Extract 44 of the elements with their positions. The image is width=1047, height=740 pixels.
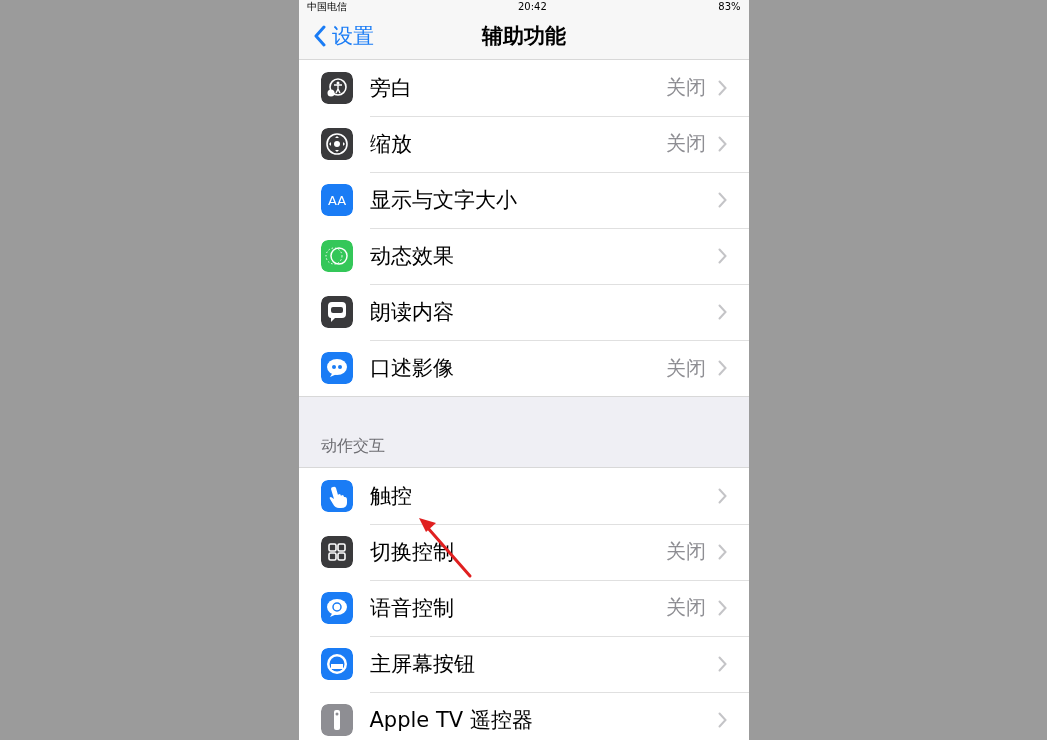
settings-row[interactable]: 主屏幕按钮 xyxy=(298,636,749,692)
settings-row[interactable]: 触控 xyxy=(298,468,749,524)
chevron-right-icon xyxy=(717,303,727,320)
chevron-right-icon xyxy=(717,487,727,504)
row-label: 缩放 xyxy=(369,130,413,158)
row-value: 关闭 xyxy=(665,74,706,101)
chevron-right-icon xyxy=(717,247,727,264)
row-label: 显示与文字大小 xyxy=(369,186,518,214)
row-value: 关闭 xyxy=(665,594,706,621)
chevron-right-icon xyxy=(717,543,727,560)
back-button[interactable]: 设置 xyxy=(298,21,380,51)
carrier-name: 中国电信 xyxy=(306,0,347,13)
chevron-right-icon xyxy=(717,135,727,152)
clock-time: 20:42 xyxy=(517,0,547,13)
row-label: 朗读内容 xyxy=(369,298,455,326)
row-label: Apple TV 遥控器 xyxy=(369,707,534,734)
chevron-left-icon xyxy=(312,25,326,47)
textsize-icon: AA xyxy=(320,184,353,216)
row-label: 动态效果 xyxy=(369,242,455,270)
row-label: 主屏幕按钮 xyxy=(369,650,476,678)
row-label: 口述影像 xyxy=(369,355,455,382)
settings-row[interactable]: 语音控制 关闭 xyxy=(298,580,749,636)
settings-row[interactable]: AA 显示与文字大小 xyxy=(298,172,749,228)
screen-title: 辅助功能 xyxy=(481,23,566,50)
settings-row[interactable]: Apple TV 遥控器 xyxy=(298,692,749,740)
settings-row[interactable]: 动态效果 xyxy=(298,228,749,284)
row-label: 旁白 xyxy=(369,74,413,102)
section-header: 动作交互 xyxy=(320,436,385,457)
chevron-right-icon xyxy=(717,360,727,376)
chevron-right-icon xyxy=(717,599,727,616)
row-value: 关闭 xyxy=(665,130,706,157)
row-value: 关闭 xyxy=(665,354,706,382)
settings-row[interactable]: 口述影像 关闭 xyxy=(298,340,749,396)
settings-row[interactable]: 旁白 关闭 xyxy=(298,60,749,116)
chevron-right-icon xyxy=(717,712,727,728)
settings-row[interactable]: 缩放 关闭 xyxy=(298,116,749,172)
chevron-right-icon xyxy=(717,191,727,208)
row-value: 关闭 xyxy=(665,538,706,565)
row-label: 语音控制 xyxy=(369,594,455,622)
battery-percent: 83% xyxy=(718,0,741,13)
settings-row[interactable]: 朗读内容 xyxy=(298,284,749,340)
chevron-right-icon xyxy=(717,79,727,96)
row-label: 触控 xyxy=(369,482,413,510)
chevron-right-icon xyxy=(717,655,727,672)
